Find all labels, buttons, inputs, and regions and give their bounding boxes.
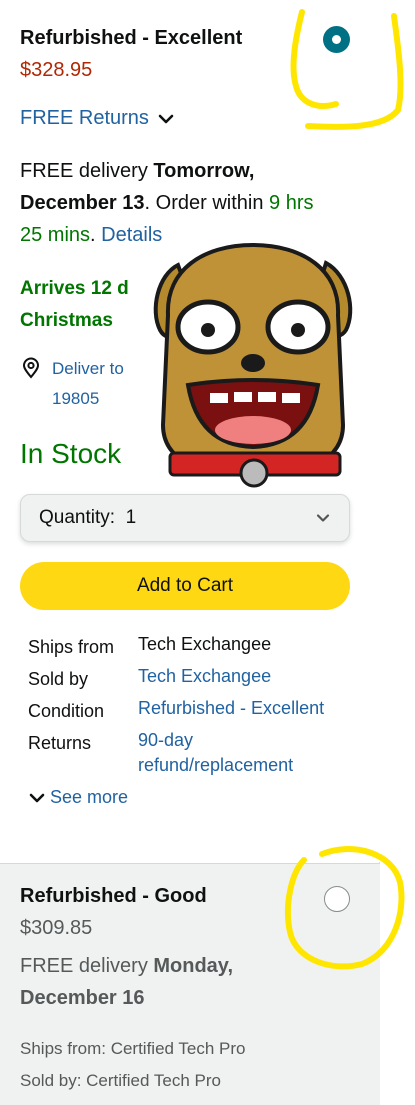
ships-from-text: Ships from: Certified Tech Pro	[20, 1039, 246, 1058]
add-to-cart-button[interactable]: Add to Cart	[20, 562, 350, 610]
annotation-circle	[284, 846, 405, 970]
offer-price: $309.85	[20, 917, 93, 939]
quantity-select[interactable]: Quantity: 1	[20, 494, 350, 542]
annotation-circle	[290, 9, 404, 130]
chevron-down-icon	[158, 114, 174, 123]
chevron-down-icon	[29, 793, 45, 802]
stock-status: In Stock	[20, 438, 122, 469]
deliver-to-zip: 19805	[52, 389, 100, 408]
condition-link[interactable]: Refurbished - Excellent	[138, 696, 324, 721]
free-returns-label: FREE Returns	[20, 107, 149, 129]
quantity-value: 1	[125, 507, 137, 528]
free-returns-toggle[interactable]: FREE Returns	[20, 107, 175, 130]
arrives-before-christmas: Arrives 12 d Christmas	[20, 278, 129, 331]
deliver-to-label: Deliver to	[52, 359, 124, 378]
returns-label: Returns	[28, 733, 92, 753]
returns-policy-link[interactable]: 90-day refund/replacement	[138, 728, 293, 778]
offer-condition-title: Refurbished - Good	[20, 885, 207, 907]
see-more-link[interactable]: See more	[28, 787, 128, 808]
location-pin-icon	[22, 357, 40, 379]
delivery-date: Monday,	[153, 955, 234, 977]
see-more-label: See more	[50, 787, 129, 807]
sold-by-link[interactable]: Tech Exchangee	[138, 664, 271, 689]
quantity-label: Quantity:	[39, 507, 116, 528]
ships-from-label: Ships from	[28, 637, 115, 657]
condition-label: Condition	[28, 701, 105, 721]
ships-from-value: Tech Exchangee	[138, 634, 272, 654]
sold-by-text: Sold by: Certified Tech Pro	[20, 1071, 221, 1090]
delivery-message: FREE delivery Monday, December 16	[20, 955, 234, 1009]
chevron-down-icon	[316, 514, 330, 522]
offer-condition-title: Refurbished - Excellent	[20, 27, 243, 49]
offer-price: $328.95	[20, 59, 93, 81]
dog-sticker	[153, 242, 353, 488]
deliver-to-link[interactable]: Deliver to 19805	[20, 354, 142, 414]
sold-by-label: Sold by	[28, 669, 89, 689]
